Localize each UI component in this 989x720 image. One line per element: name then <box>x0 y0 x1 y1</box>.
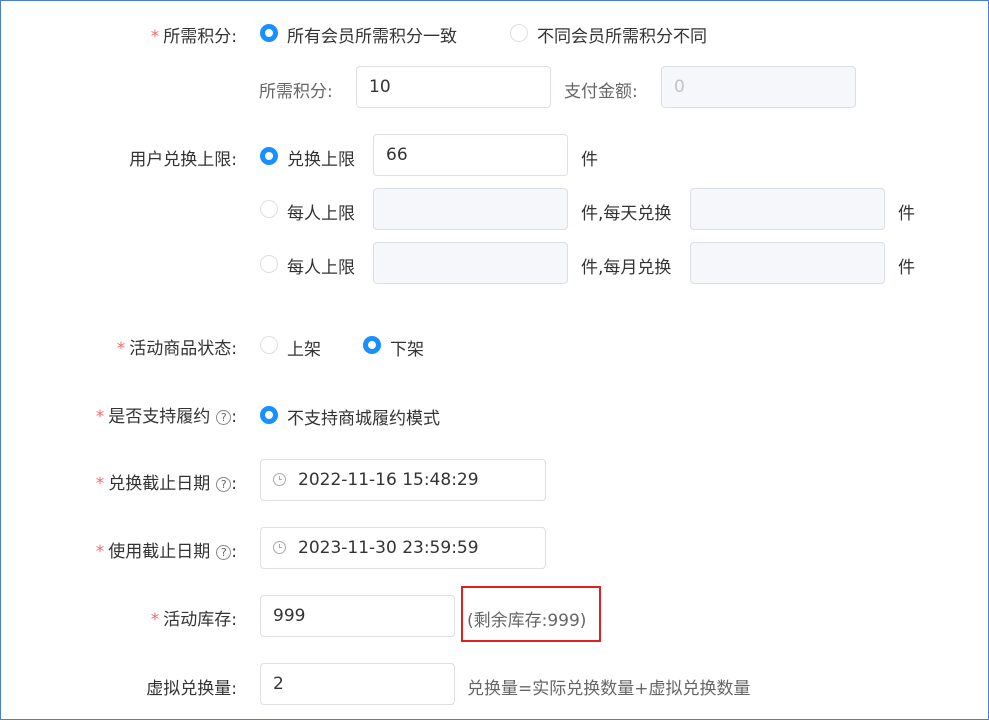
radio-monthly-limit[interactable] <box>260 255 278 273</box>
radio-exchange-limit-label: 兑换上限 <box>287 150 355 170</box>
radio-status-on-shelf-label: 上架 <box>287 340 321 360</box>
pay-amount-label: 支付金额: <box>564 82 638 102</box>
virtual-exchange-input[interactable]: 2 <box>260 663 455 705</box>
radio-no-fulfillment[interactable] <box>260 406 278 424</box>
question-circle-icon[interactable]: ? <box>216 545 232 560</box>
radio-diff-points[interactable] <box>510 24 528 42</box>
question-circle-icon[interactable]: ? <box>216 477 232 492</box>
stock-label: * 活动库存: <box>150 610 237 630</box>
radio-same-points[interactable] <box>260 24 278 42</box>
pay-amount-input[interactable]: 0 <box>661 66 856 108</box>
radio-daily-limit-label: 每人上限 <box>287 204 355 224</box>
virtual-exchange-label: 虚拟兑换量: <box>146 679 237 699</box>
radio-status-off-shelf-label: 下架 <box>390 340 424 360</box>
stock-input[interactable]: 999 <box>260 595 455 637</box>
required-points-sublabel: 所需积分: <box>259 82 333 102</box>
radio-same-points-label: 所有会员所需积分一致 <box>287 27 457 47</box>
monthly-limit-unit: 件 <box>898 258 915 278</box>
per-person-limit-input-monthly[interactable] <box>373 242 568 284</box>
required-points-input[interactable]: 10 <box>356 66 551 108</box>
radio-exchange-limit[interactable] <box>260 147 278 165</box>
use-deadline-picker[interactable]: 2023-11-30 23:59:59 <box>260 527 546 569</box>
question-circle-icon[interactable]: ? <box>216 410 232 425</box>
radio-diff-points-label: 不同会员所需积分不同 <box>537 27 707 47</box>
status-label: * 活动商品状态: <box>116 339 237 359</box>
daily-limit-mid-text: 件,每天兑换 <box>581 204 672 224</box>
radio-status-off-shelf[interactable] <box>363 336 381 354</box>
exchange-limit-input[interactable]: 66 <box>373 134 568 176</box>
clock-icon <box>273 541 286 554</box>
radio-daily-limit[interactable] <box>260 200 278 218</box>
fulfill-label: * 是否支持履约?: <box>95 407 237 427</box>
radio-no-fulfillment-label: 不支持商城履约模式 <box>287 409 440 429</box>
points-label: * 所需积分: <box>150 27 237 47</box>
virtual-exchange-hint: 兑换量=实际兑换数量+虚拟兑换数量 <box>467 679 751 699</box>
daily-limit-unit: 件 <box>898 204 915 224</box>
per-person-limit-input-daily[interactable] <box>373 188 568 230</box>
clock-icon <box>273 473 286 486</box>
radio-monthly-limit-label: 每人上限 <box>287 258 355 278</box>
exchange-deadline-picker[interactable]: 2022-11-16 15:48:29 <box>260 459 546 501</box>
daily-exchange-input[interactable] <box>690 188 885 230</box>
radio-status-on-shelf[interactable] <box>260 336 278 354</box>
exchange-limit-unit: 件 <box>581 150 598 170</box>
use-deadline-label: * 使用截止日期?: <box>95 542 237 562</box>
remaining-stock-text: (剩余库存:999) <box>467 611 587 631</box>
monthly-exchange-input[interactable] <box>690 242 885 284</box>
exchange-deadline-label: * 兑换截止日期?: <box>95 474 237 494</box>
limit-label: 用户兑换上限: <box>129 150 237 170</box>
monthly-limit-mid-text: 件,每月兑换 <box>581 258 672 278</box>
